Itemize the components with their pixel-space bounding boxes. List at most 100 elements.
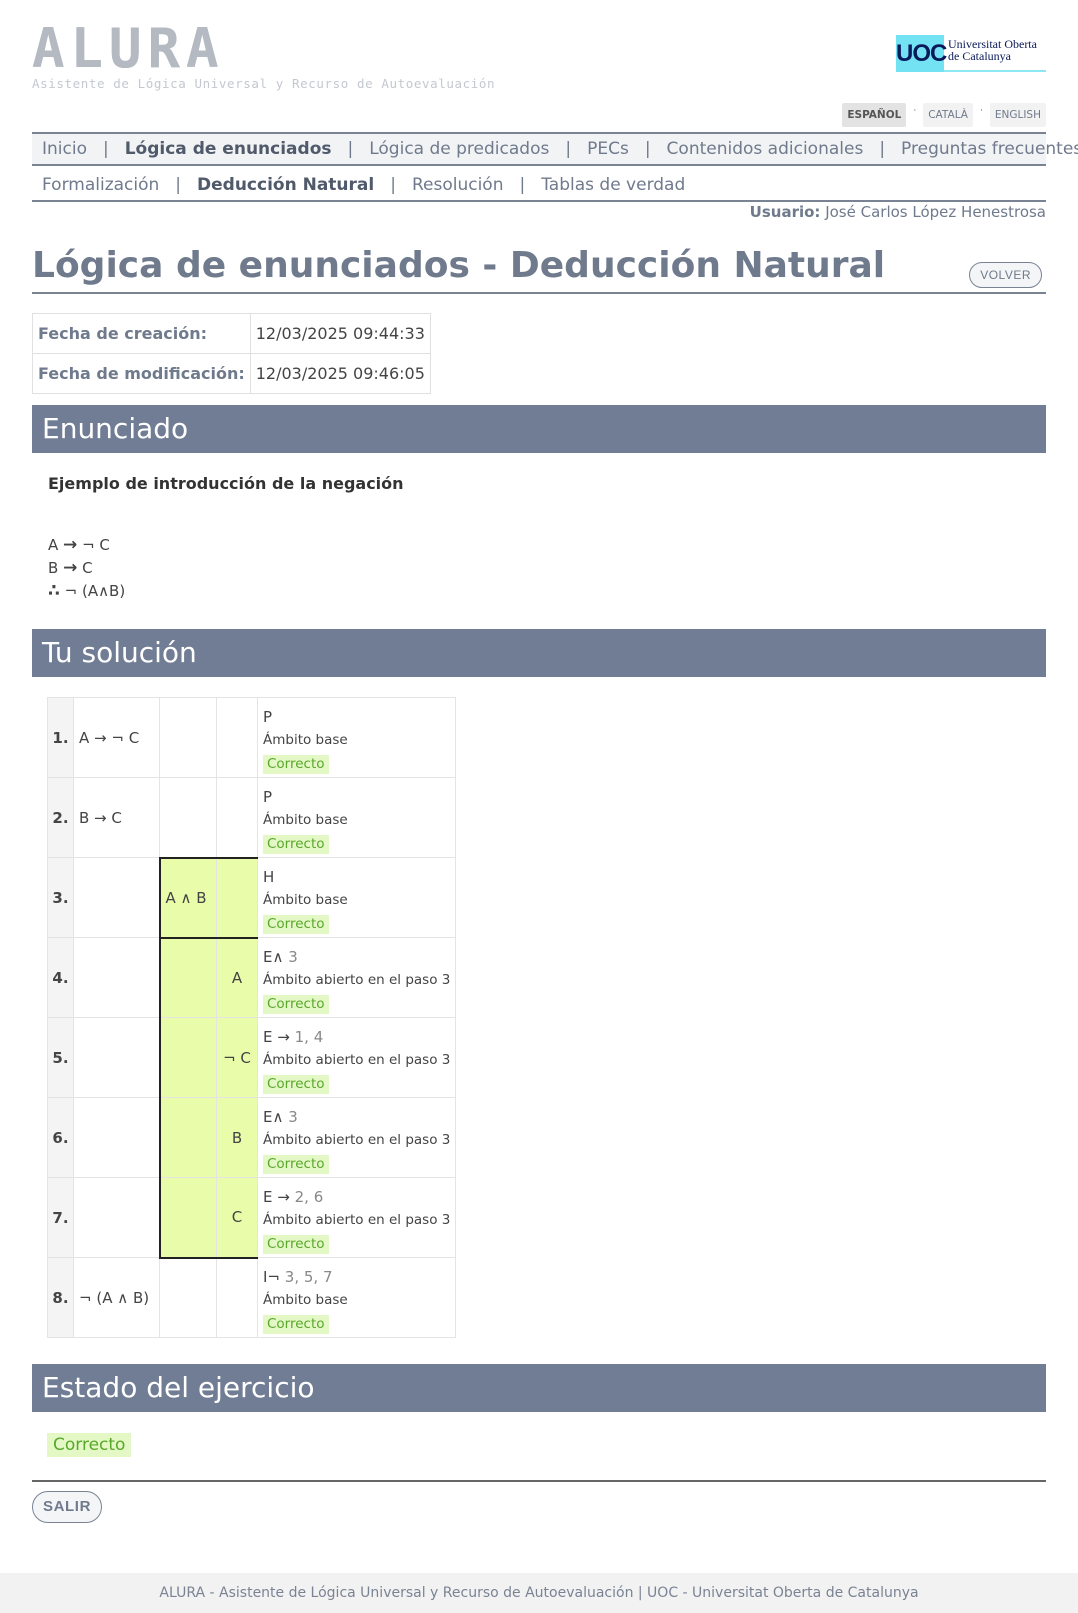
step-formula-hypothesis — [158, 1177, 217, 1259]
step-formula-derived: A — [216, 936, 258, 1018]
subnav-formalizacion[interactable]: Formalización — [42, 175, 159, 195]
lang-espanol[interactable]: ESPAÑOL — [842, 103, 907, 127]
nav-contenidos-adicionales[interactable]: Contenidos adicionales — [667, 139, 864, 159]
step-status-badge: Correcto — [263, 1075, 329, 1094]
nav-separator: | — [390, 175, 396, 195]
lang-separator: · — [913, 106, 917, 116]
step-justification: P Ámbito base Correcto — [256, 697, 457, 778]
section-header-status: Estado del ejercicio — [32, 1364, 1046, 1412]
step-refs: 3 — [288, 948, 298, 966]
lang-separator: · — [979, 106, 983, 116]
uoc-logo[interactable]: UOC Universitat Oberta de Catalunya — [896, 35, 1046, 72]
subnav-tablas-de-verdad[interactable]: Tablas de verdad — [541, 175, 685, 195]
implies-icon: → — [63, 535, 78, 555]
step-scope: Ámbito abierto en el paso 3 — [263, 1052, 451, 1068]
deduction-step-row: 5. ¬ CE → 1, 4 Ámbito abierto en el paso 3… — [47, 1017, 457, 1098]
nav-separator: | — [879, 139, 886, 159]
step-rule: P — [263, 708, 273, 726]
step-formula-base — [73, 1017, 160, 1098]
step-rule: E∧ — [263, 948, 284, 966]
subnav-deduccion-natural[interactable]: Deducción Natural — [197, 175, 374, 195]
step-justification: I¬ 3, 5, 7 Ámbito base Correcto — [256, 1257, 457, 1338]
nav-preguntas-frecuentes[interactable]: Preguntas frecuentes — [901, 139, 1078, 159]
step-scope: Ámbito abierto en el paso 3 — [263, 1132, 451, 1148]
step-number: 2. — [47, 777, 74, 858]
step-refs: 1, 4 — [294, 1028, 324, 1046]
nav-logica-enunciados[interactable]: Lógica de enunciados — [125, 139, 332, 159]
nav-separator: | — [102, 139, 109, 159]
step-formula-hypothesis — [159, 777, 217, 858]
step-status-badge: Correcto — [263, 995, 329, 1014]
step-status-badge: Correcto — [263, 915, 329, 934]
table-row: Fecha de creación: 12/03/2025 09:44:33 — [32, 313, 431, 354]
page-title: Lógica de enunciados - Deducción Natural — [32, 245, 886, 286]
step-rule-line: H — [263, 866, 450, 889]
deduction-table: 1. A → ¬ C P Ámbito base Correcto 2. B → C P Á… — [47, 697, 457, 1338]
nav-separator: | — [565, 139, 572, 159]
step-justification: H Ámbito base Correcto — [256, 857, 457, 938]
step-rule: E → — [263, 1028, 290, 1046]
step-formula-base — [73, 1177, 160, 1258]
nav-pecs[interactable]: PECs — [587, 139, 629, 159]
nav-separator: | — [175, 175, 182, 195]
step-number: 7. — [47, 1177, 74, 1258]
step-rule-line: I¬ 3, 5, 7 — [263, 1266, 450, 1289]
lang-english[interactable]: ENGLISH — [989, 103, 1046, 127]
lang-catala[interactable]: CATALÀ — [923, 103, 973, 127]
step-number: 4. — [47, 937, 74, 1018]
conclusion: ∴ ¬ (A∧B) — [48, 580, 125, 603]
step-scope: Ámbito abierto en el paso 3 — [263, 1212, 451, 1228]
step-number: 5. — [47, 1017, 74, 1098]
section-header-solution: Tu solución — [32, 629, 1046, 677]
exit-button[interactable]: SALIR — [32, 1491, 102, 1523]
step-rule: E∧ — [263, 1108, 284, 1126]
step-scope: Ámbito base — [263, 812, 348, 828]
premise-2: B → C — [48, 557, 125, 580]
step-number: 8. — [47, 1257, 74, 1338]
modified-label: Fecha de modificación: — [32, 353, 251, 394]
step-rule-line: E → 2, 6 — [263, 1186, 450, 1209]
table-row: Fecha de modificación: 12/03/2025 09:46:… — [32, 353, 431, 394]
step-justification: P Ámbito base Correcto — [256, 777, 457, 858]
deduction-step-row: 4. A E∧ 3 Ámbito abierto en el paso 3 Correc… — [47, 936, 457, 1018]
step-formula-base — [73, 937, 160, 1018]
step-status-badge: Correcto — [263, 755, 329, 774]
language-switcher: ESPAÑOL · CATALÀ · ENGLISH — [842, 103, 1046, 127]
step-formula-derived — [216, 1257, 258, 1338]
logo-subtitle: Asistente de Lógica Universal y Recurso … — [32, 76, 496, 91]
step-number: 3. — [47, 857, 74, 938]
step-justification: E∧ 3 Ámbito abierto en el paso 3 Correcto — [256, 1097, 457, 1178]
step-formula-base — [73, 1097, 160, 1178]
statement-formulas: A → ¬ C B → C ∴ ¬ (A∧B) — [48, 534, 125, 603]
step-formula-hypothesis — [158, 936, 217, 1018]
nav-logica-predicados[interactable]: Lógica de predicados — [369, 139, 549, 159]
step-formula-derived — [216, 697, 258, 778]
alura-logo[interactable]: ALURA Asistente de Lógica Universal y Re… — [32, 17, 552, 94]
nav-separator: | — [347, 139, 354, 159]
step-number: 1. — [47, 697, 74, 778]
step-formula-hypothesis: A ∧ B — [158, 856, 217, 938]
nav-inicio[interactable]: Inicio — [42, 139, 87, 159]
subnav-resolucion[interactable]: Resolución — [412, 175, 504, 195]
step-formula-hypothesis — [159, 697, 217, 778]
step-formula-derived: C — [216, 1177, 258, 1259]
step-rule-line: P — [263, 786, 450, 809]
created-value: 12/03/2025 09:44:33 — [249, 313, 431, 354]
section-header-statement: Enunciado — [32, 405, 1046, 453]
step-formula-hypothesis — [159, 1257, 217, 1338]
step-rule-line: E∧ 3 — [263, 1106, 450, 1129]
step-scope: Ámbito base — [263, 1292, 348, 1308]
user-label: Usuario: — [749, 203, 821, 221]
formula-text: C — [82, 559, 93, 577]
sub-nav: Formalización | Deducción Natural | Reso… — [32, 170, 1046, 202]
step-rule-line: E∧ 3 — [263, 946, 450, 969]
nav-separator: | — [644, 139, 651, 159]
formula-text: ¬ C — [82, 536, 110, 554]
logo-wordmark: ALURA — [32, 17, 225, 80]
step-scope: Ámbito abierto en el paso 3 — [263, 972, 451, 988]
step-scope: Ámbito base — [263, 892, 348, 908]
step-rule-line: P — [263, 706, 450, 729]
back-button[interactable]: VOLVER — [969, 262, 1042, 288]
step-justification: E∧ 3 Ámbito abierto en el paso 3 Correcto — [256, 937, 457, 1018]
uoc-logo-text: Universitat Oberta de Catalunya — [944, 35, 1037, 70]
